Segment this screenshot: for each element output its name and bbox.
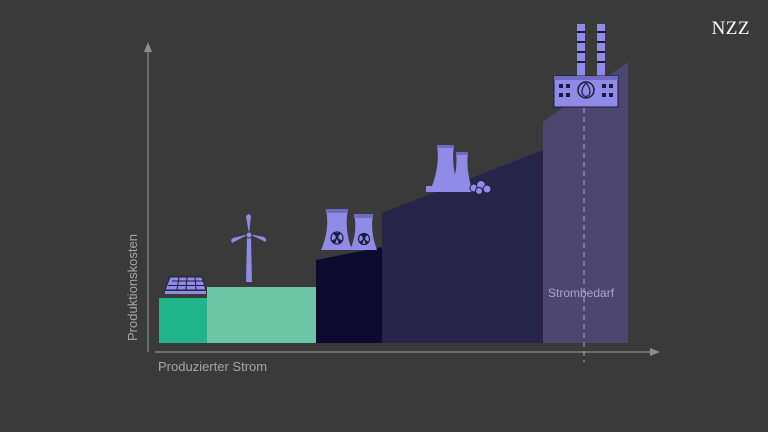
demand-label: Strombedarf bbox=[548, 286, 615, 300]
nzz-logo: NZZ bbox=[711, 18, 750, 39]
gas-plant-icon bbox=[553, 24, 619, 108]
y-axis-label: Produktionskosten bbox=[125, 234, 140, 341]
nuclear-plant-icon bbox=[321, 209, 377, 250]
coal-plant-icon bbox=[426, 145, 492, 195]
merit-order-diagram bbox=[144, 24, 660, 362]
wind-block bbox=[207, 287, 316, 343]
solar-block bbox=[159, 298, 207, 343]
nuclear-block bbox=[316, 247, 382, 343]
x-axis-arrow bbox=[650, 348, 660, 356]
y-axis-arrow bbox=[144, 42, 152, 52]
wind-turbine-icon bbox=[231, 214, 266, 282]
solar-panel-icon bbox=[164, 276, 207, 294]
x-axis-label: Produzierter Strom bbox=[158, 359, 268, 374]
